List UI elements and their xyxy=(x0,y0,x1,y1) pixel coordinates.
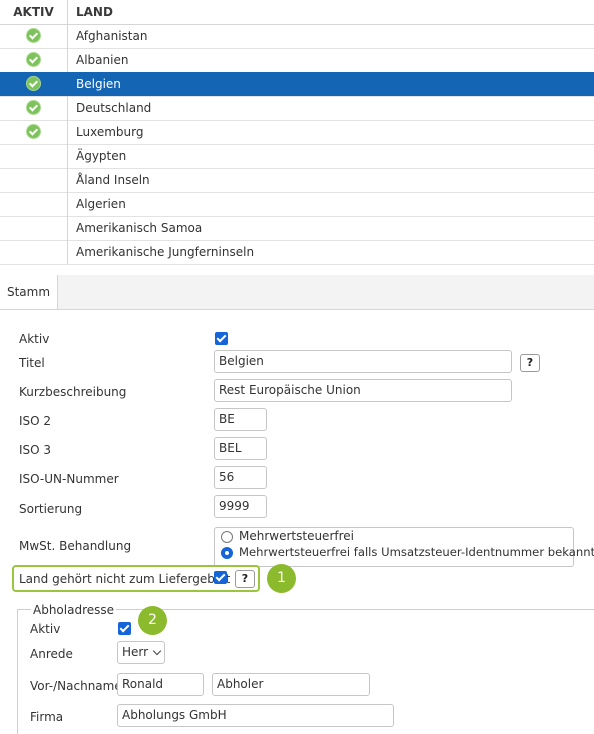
titel-label: Titel xyxy=(19,356,45,370)
table-row[interactable]: Ägypten xyxy=(0,144,594,169)
land-cell: Albanien xyxy=(76,53,129,67)
table-row[interactable]: Afghanistan xyxy=(0,24,594,49)
land-cell: Luxemburg xyxy=(76,125,144,139)
aktiv-cell xyxy=(0,72,68,96)
table-row[interactable]: Algerien xyxy=(0,192,594,217)
mwst-option-2-label[interactable]: Mehrwertsteuerfrei falls Umsatzsteuer-Id… xyxy=(239,545,594,559)
table-row[interactable]: Amerikanische Jungferninseln xyxy=(0,240,594,265)
aktiv-checkbox[interactable] xyxy=(215,332,228,345)
titel-help-button[interactable]: ? xyxy=(520,354,540,372)
abholadresse-legend: Abholadresse xyxy=(31,603,117,617)
chevron-down-icon xyxy=(152,646,162,656)
land-cell: Amerikanisch Samoa xyxy=(76,221,203,235)
sortierung-label: Sortierung xyxy=(19,502,83,516)
iso-un-nummer-label: ISO-UN-Nummer xyxy=(19,472,119,486)
nachname-input[interactable]: Abholer xyxy=(212,673,370,696)
kurzbeschreibung-input[interactable]: Rest Europäische Union xyxy=(214,379,512,402)
liefergebiet-help-button[interactable]: ? xyxy=(235,570,255,588)
active-check-icon xyxy=(27,101,40,114)
firma-label: Firma xyxy=(30,710,64,724)
firma-input[interactable]: Abholungs GmbH xyxy=(117,704,394,727)
mwst-label: MwSt. Behandlung xyxy=(19,539,132,553)
vor-nachname-label: Vor-/Nachname xyxy=(30,679,122,693)
iso-un-nummer-input[interactable]: 56 xyxy=(214,466,267,489)
aktiv-cell xyxy=(0,240,68,264)
active-check-icon xyxy=(27,29,40,42)
mwst-radio-option-2[interactable] xyxy=(221,547,233,559)
aktiv-cell xyxy=(0,216,68,240)
table-row[interactable]: Åland Inseln xyxy=(0,168,594,193)
anrede-label: Anrede xyxy=(30,647,73,661)
tab-bar: Stamm xyxy=(0,275,594,310)
tab-stamm[interactable]: Stamm xyxy=(0,275,58,309)
table-row[interactable]: Albanien xyxy=(0,48,594,73)
column-header-aktiv[interactable]: AKTIV xyxy=(0,0,68,24)
land-cell: Åland Inseln xyxy=(76,173,150,187)
liefergebiet-checkbox[interactable] xyxy=(214,571,227,584)
aktiv-cell xyxy=(0,120,68,144)
active-check-icon xyxy=(27,53,40,66)
abhol-aktiv-checkbox[interactable] xyxy=(118,622,131,635)
column-header-land[interactable]: LAND xyxy=(76,0,113,24)
callout-badge-2: 2 xyxy=(138,606,167,635)
aktiv-cell xyxy=(0,144,68,168)
mwst-radio-option-1[interactable] xyxy=(221,531,233,543)
land-cell: Amerikanische Jungferninseln xyxy=(76,245,255,259)
anrede-select[interactable]: Herr xyxy=(117,641,165,664)
land-cell: Ägypten xyxy=(76,149,127,163)
active-check-icon xyxy=(27,125,40,138)
land-cell: Afghanistan xyxy=(76,29,148,43)
aktiv-label: Aktiv xyxy=(19,332,50,346)
anrede-select-value: Herr xyxy=(122,645,149,659)
table-row[interactable]: Luxemburg xyxy=(0,120,594,145)
aktiv-cell xyxy=(0,48,68,72)
table-row[interactable]: Deutschland xyxy=(0,96,594,121)
titel-input[interactable]: Belgien xyxy=(214,350,512,373)
liefergebiet-label: Land gehört nicht zum Liefergebiet xyxy=(19,572,231,586)
iso3-input[interactable]: BEL xyxy=(214,437,267,460)
aktiv-cell xyxy=(0,192,68,216)
table-header: AKTIV LAND xyxy=(0,0,594,25)
kurzbeschreibung-label: Kurzbeschreibung xyxy=(19,385,127,399)
land-cell: Deutschland xyxy=(76,101,152,115)
table-row[interactable]: Amerikanisch Samoa xyxy=(0,216,594,241)
land-cell: Belgien xyxy=(76,77,121,91)
callout-badge-1: 1 xyxy=(267,564,296,593)
land-cell: Algerien xyxy=(76,197,126,211)
aktiv-cell xyxy=(0,24,68,48)
sortierung-input[interactable]: 9999 xyxy=(214,495,267,518)
abhol-aktiv-label: Aktiv xyxy=(30,622,61,636)
iso2-label: ISO 2 xyxy=(19,414,52,428)
aktiv-cell xyxy=(0,96,68,120)
mwst-option-1-label[interactable]: Mehrwertsteuerfrei xyxy=(239,529,354,543)
table-row[interactable]: Belgien xyxy=(0,72,594,97)
aktiv-cell xyxy=(0,168,68,192)
iso3-label: ISO 3 xyxy=(19,443,52,457)
active-check-icon xyxy=(27,77,40,90)
vorname-input[interactable]: Ronald xyxy=(117,673,204,696)
iso2-input[interactable]: BE xyxy=(214,408,267,431)
